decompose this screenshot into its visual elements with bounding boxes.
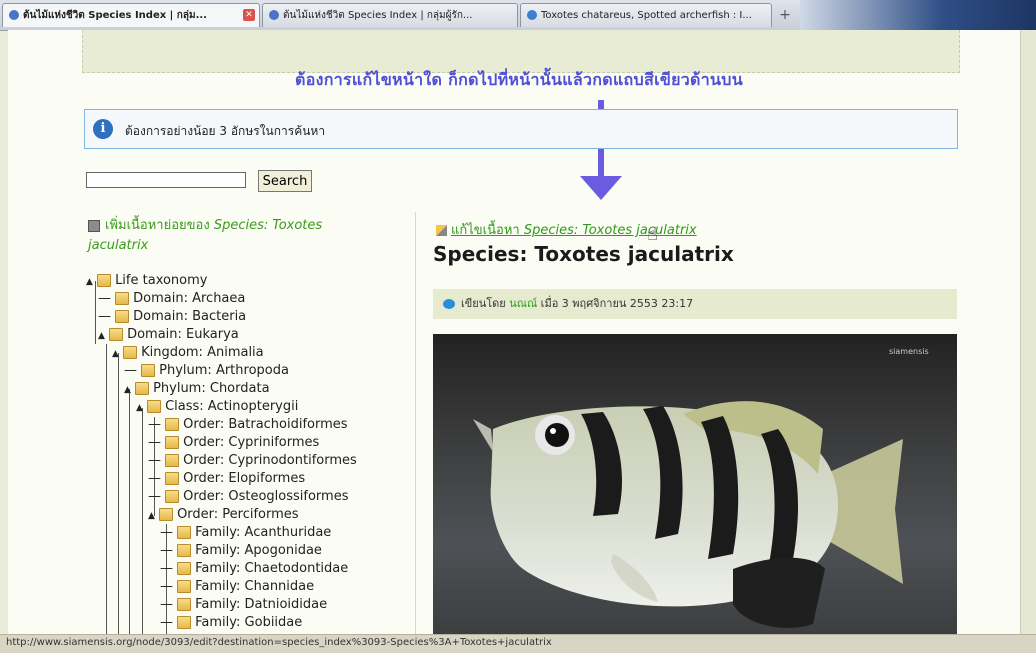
submitted-prefix: เขียนโดย (461, 297, 510, 310)
folder-icon (177, 526, 192, 539)
site-favicon-icon (9, 10, 19, 20)
folder-icon (115, 310, 130, 323)
tree-connector (129, 389, 130, 634)
tree-node[interactable]: — Family: Chaetodontidae (160, 560, 348, 578)
tree-node[interactable]: — Phylum: Arthropoda (124, 362, 289, 380)
tree-node[interactable]: ▲ Class: Actinopterygii (136, 398, 298, 416)
search-input[interactable] (86, 172, 246, 188)
tree-node[interactable]: — Order: Elopiformes (148, 470, 305, 488)
folder-icon (165, 472, 180, 485)
folder-icon (123, 346, 138, 359)
photo-watermark: siamensis (889, 347, 929, 356)
info-icon: i (93, 119, 113, 139)
site-favicon-icon (269, 10, 279, 20)
page-title: Species: Toxotes jaculatrix (433, 242, 734, 266)
pencil-icon (436, 225, 447, 236)
globe-favicon-icon (527, 10, 537, 20)
archerfish-photo: siamensis (433, 334, 957, 634)
folder-icon (177, 598, 192, 611)
fish-illustration: siamensis (473, 347, 929, 628)
tree-node[interactable]: — Family: Apogonidae (160, 542, 322, 560)
tree-node[interactable]: ▲ Phylum: Chordata (124, 380, 270, 398)
tab-toxotes-chatareus[interactable]: Toxotes chatareus, Spotted archerfish : … (520, 3, 772, 27)
new-tab-button[interactable]: + (774, 5, 796, 25)
right-scrollbar[interactable] (1020, 30, 1036, 634)
tab-label: ต้นไม้แห่งชีวิต Species Index | กลุ่ม... (23, 10, 207, 21)
tree-connector (106, 344, 107, 634)
add-subpage-link[interactable]: เพิ่มเนื้อหาย่อยของ Species: Toxotes jac… (88, 216, 378, 256)
tab-species-index-active[interactable]: ต้นไม้แห่งชีวิต Species Index | กลุ่ม...… (2, 3, 260, 27)
tab-label: Toxotes chatareus, Spotted archerfish : … (541, 10, 752, 21)
tree-node[interactable]: — Order: Osteoglossiformes (148, 488, 348, 506)
tree-connector (142, 408, 143, 634)
browser-status-bar: http://www.siamensis.org/node/3093/edit?… (0, 634, 1036, 653)
add-page-icon (88, 219, 100, 232)
folder-icon (159, 508, 174, 521)
tree-node[interactable]: ▲ Kingdom: Animalia (112, 344, 264, 362)
folder-icon (177, 616, 192, 629)
annotation-arrow-head-icon (580, 176, 622, 200)
folder-icon (165, 418, 180, 431)
browser-tab-bar: ต้นไม้แห่งชีวิต Species Index | กลุ่ม...… (0, 0, 1036, 31)
folder-icon (165, 454, 180, 467)
tree-node[interactable]: — Family: Acanthuridae (160, 524, 331, 542)
folder-icon (97, 274, 112, 287)
folder-icon (177, 544, 192, 557)
tree-node[interactable]: — Order: Batrachoidiformes (148, 416, 348, 434)
folder-icon (115, 292, 130, 305)
edit-link-species: Species: Toxotes jaculatrix (523, 223, 697, 238)
tab-label: ต้นไม้แห่งชีวิต Species Index | กลุ่มผู้… (283, 10, 473, 21)
info-message-box: i ต้องการอย่างน้อย 3 อักษรในการค้นหา (84, 109, 958, 149)
comment-bubble-icon (443, 299, 455, 309)
instruction-annotation: ต้องการแก้ไขหน้าใด ก็กดไปที่หน้านั้นแล้ว… (295, 70, 743, 89)
tree-connector (118, 353, 119, 634)
folder-icon (141, 364, 156, 377)
info-message-text: ต้องการอย่างน้อย 3 อักษรในการค้นหา (125, 124, 326, 138)
tree-node[interactable]: — Order: Cypriniformes (148, 434, 319, 452)
tree-connector (95, 281, 96, 344)
column-divider (415, 212, 416, 634)
tree-node[interactable]: — Domain: Archaea (98, 290, 245, 308)
header-box (82, 30, 960, 73)
tree-node[interactable]: ▲ Order: Perciformes (148, 506, 299, 524)
folder-icon (177, 580, 192, 593)
author-link[interactable]: นณณ์ (509, 297, 537, 310)
add-subpage-prefix: เพิ่มเนื้อหาย่อยของ (105, 218, 214, 233)
tree-node[interactable]: ▲ Domain: Eukarya (98, 326, 239, 344)
folder-icon (177, 562, 192, 575)
search-button[interactable]: Search (258, 170, 312, 192)
folder-icon (165, 490, 180, 503)
close-tab-icon[interactable]: ✕ (243, 9, 255, 21)
edit-link-prefix: แก้ไขเนื้อหา (451, 223, 524, 238)
submitted-date: เมื่อ 3 พฤศจิกายน 2553 23:17 (537, 297, 694, 310)
tree-node[interactable]: — Family: Datnioididae (160, 596, 327, 614)
browser-theme-banner (800, 0, 1036, 30)
tree-node[interactable]: — Order: Cyprinodontiformes (148, 452, 357, 470)
tree-node[interactable]: — Family: Gobiidae (160, 614, 302, 632)
submitted-info: เขียนโดย นณณ์ เมื่อ 3 พฤศจิกายน 2553 23:… (433, 289, 957, 319)
folder-icon (165, 436, 180, 449)
tree-node[interactable]: ▲ Life taxonomy (86, 272, 207, 290)
tree-node[interactable]: — Domain: Bacteria (98, 308, 246, 326)
status-url: http://www.siamensis.org/node/3093/edit?… (6, 637, 552, 648)
folder-icon (147, 400, 162, 413)
tab-species-index[interactable]: ต้นไม้แห่งชีวิต Species Index | กลุ่มผู้… (262, 3, 518, 27)
tree-node[interactable]: — Family: Channidae (160, 578, 314, 596)
folder-icon (109, 328, 124, 341)
taxonomy-tree: ▲ Life taxonomy — Domain: Archaea — Doma… (86, 272, 406, 634)
folder-icon (135, 382, 150, 395)
